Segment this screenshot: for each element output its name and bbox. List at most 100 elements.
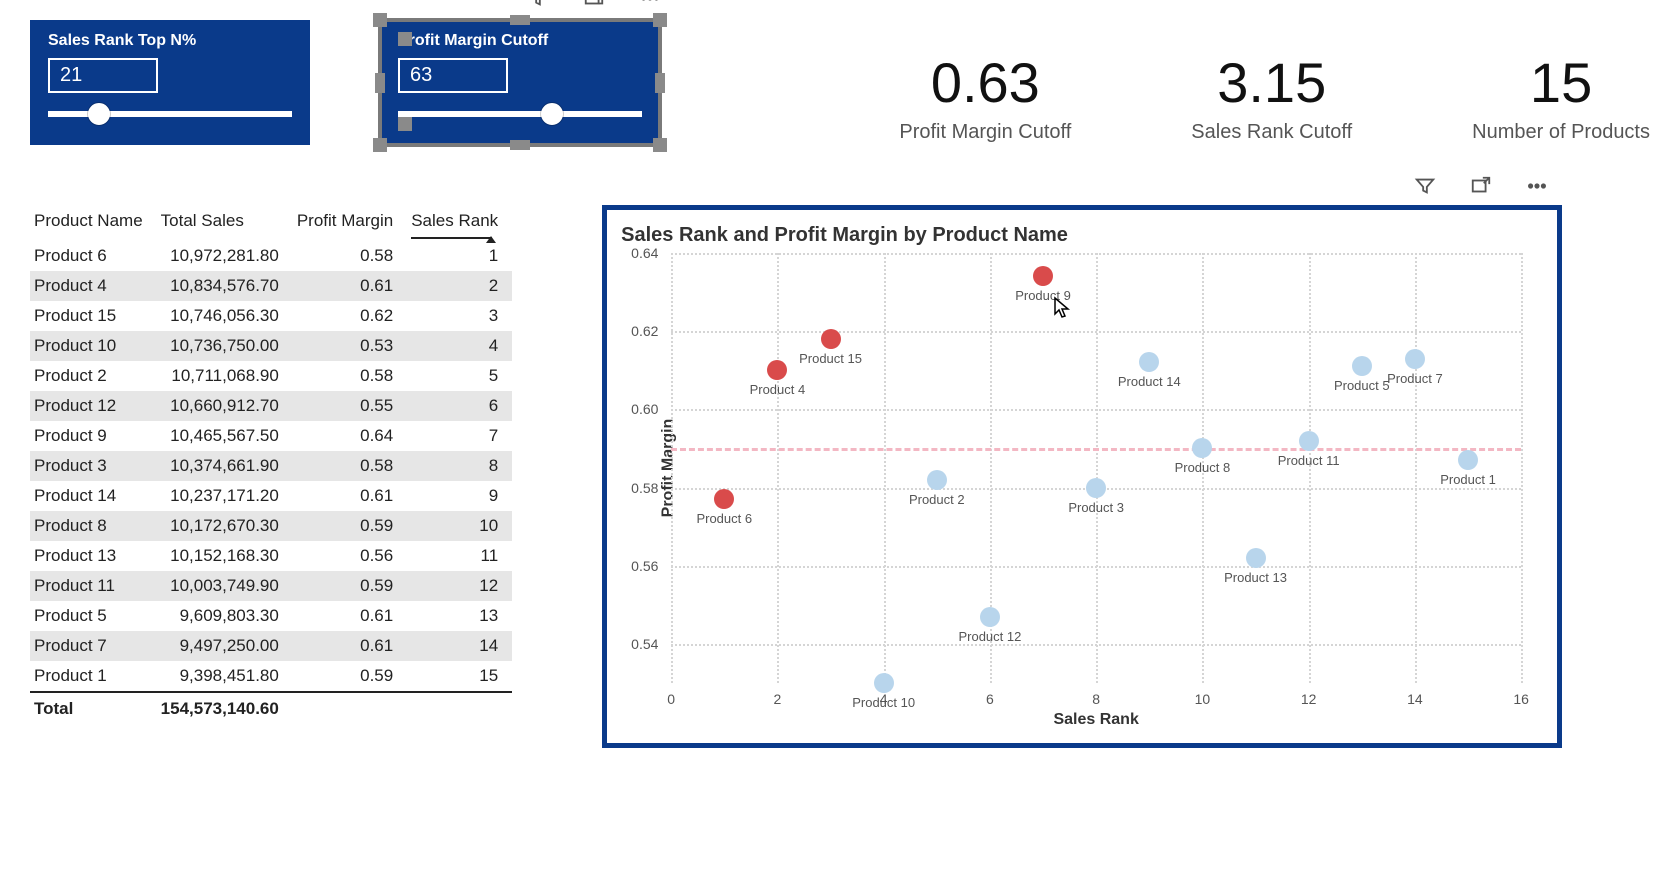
data-point[interactable] [1246, 548, 1266, 568]
slicer-profit-margin-cutoff[interactable]: Profit Margin Cutoff 63 [380, 20, 660, 145]
col-total-sales[interactable]: Total Sales [157, 205, 293, 241]
cell-product-name: Product 7 [30, 631, 157, 661]
total-sales: 154,573,140.60 [157, 692, 293, 724]
x-tick: 10 [1195, 691, 1211, 707]
x-tick: 6 [986, 691, 994, 707]
cell-profit-margin: 0.61 [293, 481, 407, 511]
slider-thumb[interactable] [541, 103, 563, 125]
table-row[interactable]: Product 79,497,250.000.6114 [30, 631, 512, 661]
slicer-title: Profit Margin Cutoff [398, 32, 642, 50]
col-profit-margin[interactable]: Profit Margin [293, 205, 407, 241]
table-row[interactable]: Product 1210,660,912.700.556 [30, 391, 512, 421]
kpi-value: 15 [1472, 50, 1650, 115]
kpi-row: 0.63 Profit Margin Cutoff 3.15 Sales Ran… [899, 50, 1650, 144]
data-point-label: Product 15 [799, 351, 862, 366]
cell-sales-rank: 5 [407, 361, 512, 391]
slicer-value-input[interactable]: 21 [48, 58, 158, 93]
table-row[interactable]: Product 410,834,576.700.612 [30, 271, 512, 301]
x-tick: 8 [1092, 691, 1100, 707]
scatter-chart-visual[interactable]: Sales Rank and Profit Margin by Product … [602, 205, 1562, 748]
reference-line [671, 448, 1521, 451]
slicer-sales-rank-topn[interactable]: Sales Rank Top N% 21 [30, 20, 310, 145]
y-tick: 0.58 [631, 480, 658, 496]
table-row[interactable]: Product 310,374,661.900.588 [30, 451, 512, 481]
table-row[interactable]: Product 1310,152,168.300.5611 [30, 541, 512, 571]
slider-thumb[interactable] [88, 103, 110, 125]
cell-profit-margin: 0.59 [293, 571, 407, 601]
table-row[interactable]: Product 1010,736,750.000.534 [30, 331, 512, 361]
table-row[interactable]: Product 1510,746,056.300.623 [30, 301, 512, 331]
y-tick: 0.54 [631, 636, 658, 652]
data-point-label: Product 2 [909, 492, 965, 507]
table-row[interactable]: Product 210,711,068.900.585 [30, 361, 512, 391]
data-point-label: Product 12 [958, 629, 1021, 644]
table-row[interactable]: Product 910,465,567.500.647 [30, 421, 512, 451]
focus-mode-icon[interactable] [580, 0, 608, 12]
slider-track[interactable] [48, 111, 292, 117]
chart-title: Sales Rank and Profit Margin by Product … [621, 224, 1539, 247]
cursor-icon [1053, 296, 1073, 320]
y-tick: 0.64 [631, 245, 658, 261]
data-point[interactable] [821, 329, 841, 349]
cell-profit-margin: 0.59 [293, 511, 407, 541]
data-point[interactable] [980, 607, 1000, 627]
filter-icon[interactable] [524, 0, 552, 12]
cell-product-name: Product 4 [30, 271, 157, 301]
slicer-value-input[interactable]: 63 [398, 58, 508, 93]
table-row[interactable]: Product 59,609,803.300.6113 [30, 601, 512, 631]
data-point[interactable] [1033, 266, 1053, 286]
data-point[interactable] [1352, 356, 1372, 376]
col-product-name[interactable]: Product Name [30, 205, 157, 241]
products-table[interactable]: Product Name Total Sales Profit Margin S… [30, 205, 512, 724]
data-point[interactable] [714, 489, 734, 509]
cell-sales-rank: 4 [407, 331, 512, 361]
scatter-plot-area[interactable]: Profit Margin Sales Rank 0.540.560.580.6… [671, 253, 1521, 683]
kpi-value: 3.15 [1191, 50, 1352, 115]
y-tick: 0.56 [631, 558, 658, 574]
table-row[interactable]: Product 1410,237,171.200.619 [30, 481, 512, 511]
cell-total-sales: 10,374,661.90 [157, 451, 293, 481]
filter-icon[interactable] [1411, 172, 1439, 200]
cell-product-name: Product 13 [30, 541, 157, 571]
cell-product-name: Product 10 [30, 331, 157, 361]
data-point[interactable] [1086, 478, 1106, 498]
kpi-sales-rank-cutoff: 3.15 Sales Rank Cutoff [1191, 50, 1352, 144]
cell-total-sales: 10,237,171.20 [157, 481, 293, 511]
table-row[interactable]: Product 810,172,670.300.5910 [30, 511, 512, 541]
cell-profit-margin: 0.59 [293, 661, 407, 692]
table-row[interactable]: Product 610,972,281.800.581 [30, 241, 512, 271]
focus-mode-icon[interactable] [1467, 172, 1495, 200]
cell-sales-rank: 14 [407, 631, 512, 661]
data-point-label: Product 10 [852, 695, 915, 710]
data-point-label: Product 11 [1278, 453, 1340, 468]
data-point[interactable] [1299, 431, 1319, 451]
data-point[interactable] [1458, 450, 1478, 470]
slider-track[interactable] [398, 111, 642, 117]
data-point[interactable] [927, 470, 947, 490]
cell-profit-margin: 0.58 [293, 361, 407, 391]
cell-total-sales: 10,152,168.30 [157, 541, 293, 571]
data-point[interactable] [1192, 438, 1212, 458]
cell-profit-margin: 0.58 [293, 451, 407, 481]
kpi-label: Number of Products [1472, 121, 1650, 144]
slicer-title: Sales Rank Top N% [48, 32, 292, 50]
data-point[interactable] [1405, 349, 1425, 369]
data-point[interactable] [767, 360, 787, 380]
data-point-label: Product 14 [1118, 374, 1181, 389]
cell-profit-margin: 0.61 [293, 631, 407, 661]
cell-sales-rank: 7 [407, 421, 512, 451]
data-point[interactable] [1139, 352, 1159, 372]
kpi-number-of-products: 15 Number of Products [1472, 50, 1650, 144]
cell-total-sales: 10,746,056.30 [157, 301, 293, 331]
more-options-icon[interactable] [1523, 172, 1551, 200]
kpi-label: Profit Margin Cutoff [899, 121, 1071, 144]
table-row[interactable]: Product 1110,003,749.900.5912 [30, 571, 512, 601]
x-axis-label: Sales Rank [1053, 711, 1138, 729]
data-point-label: Product 13 [1224, 570, 1287, 585]
table-row[interactable]: Product 19,398,451.800.5915 [30, 661, 512, 692]
x-tick: 0 [667, 691, 675, 707]
col-sales-rank[interactable]: Sales Rank [407, 205, 512, 241]
more-options-icon[interactable] [636, 0, 664, 12]
data-point[interactable] [874, 673, 894, 693]
cell-profit-margin: 0.64 [293, 421, 407, 451]
